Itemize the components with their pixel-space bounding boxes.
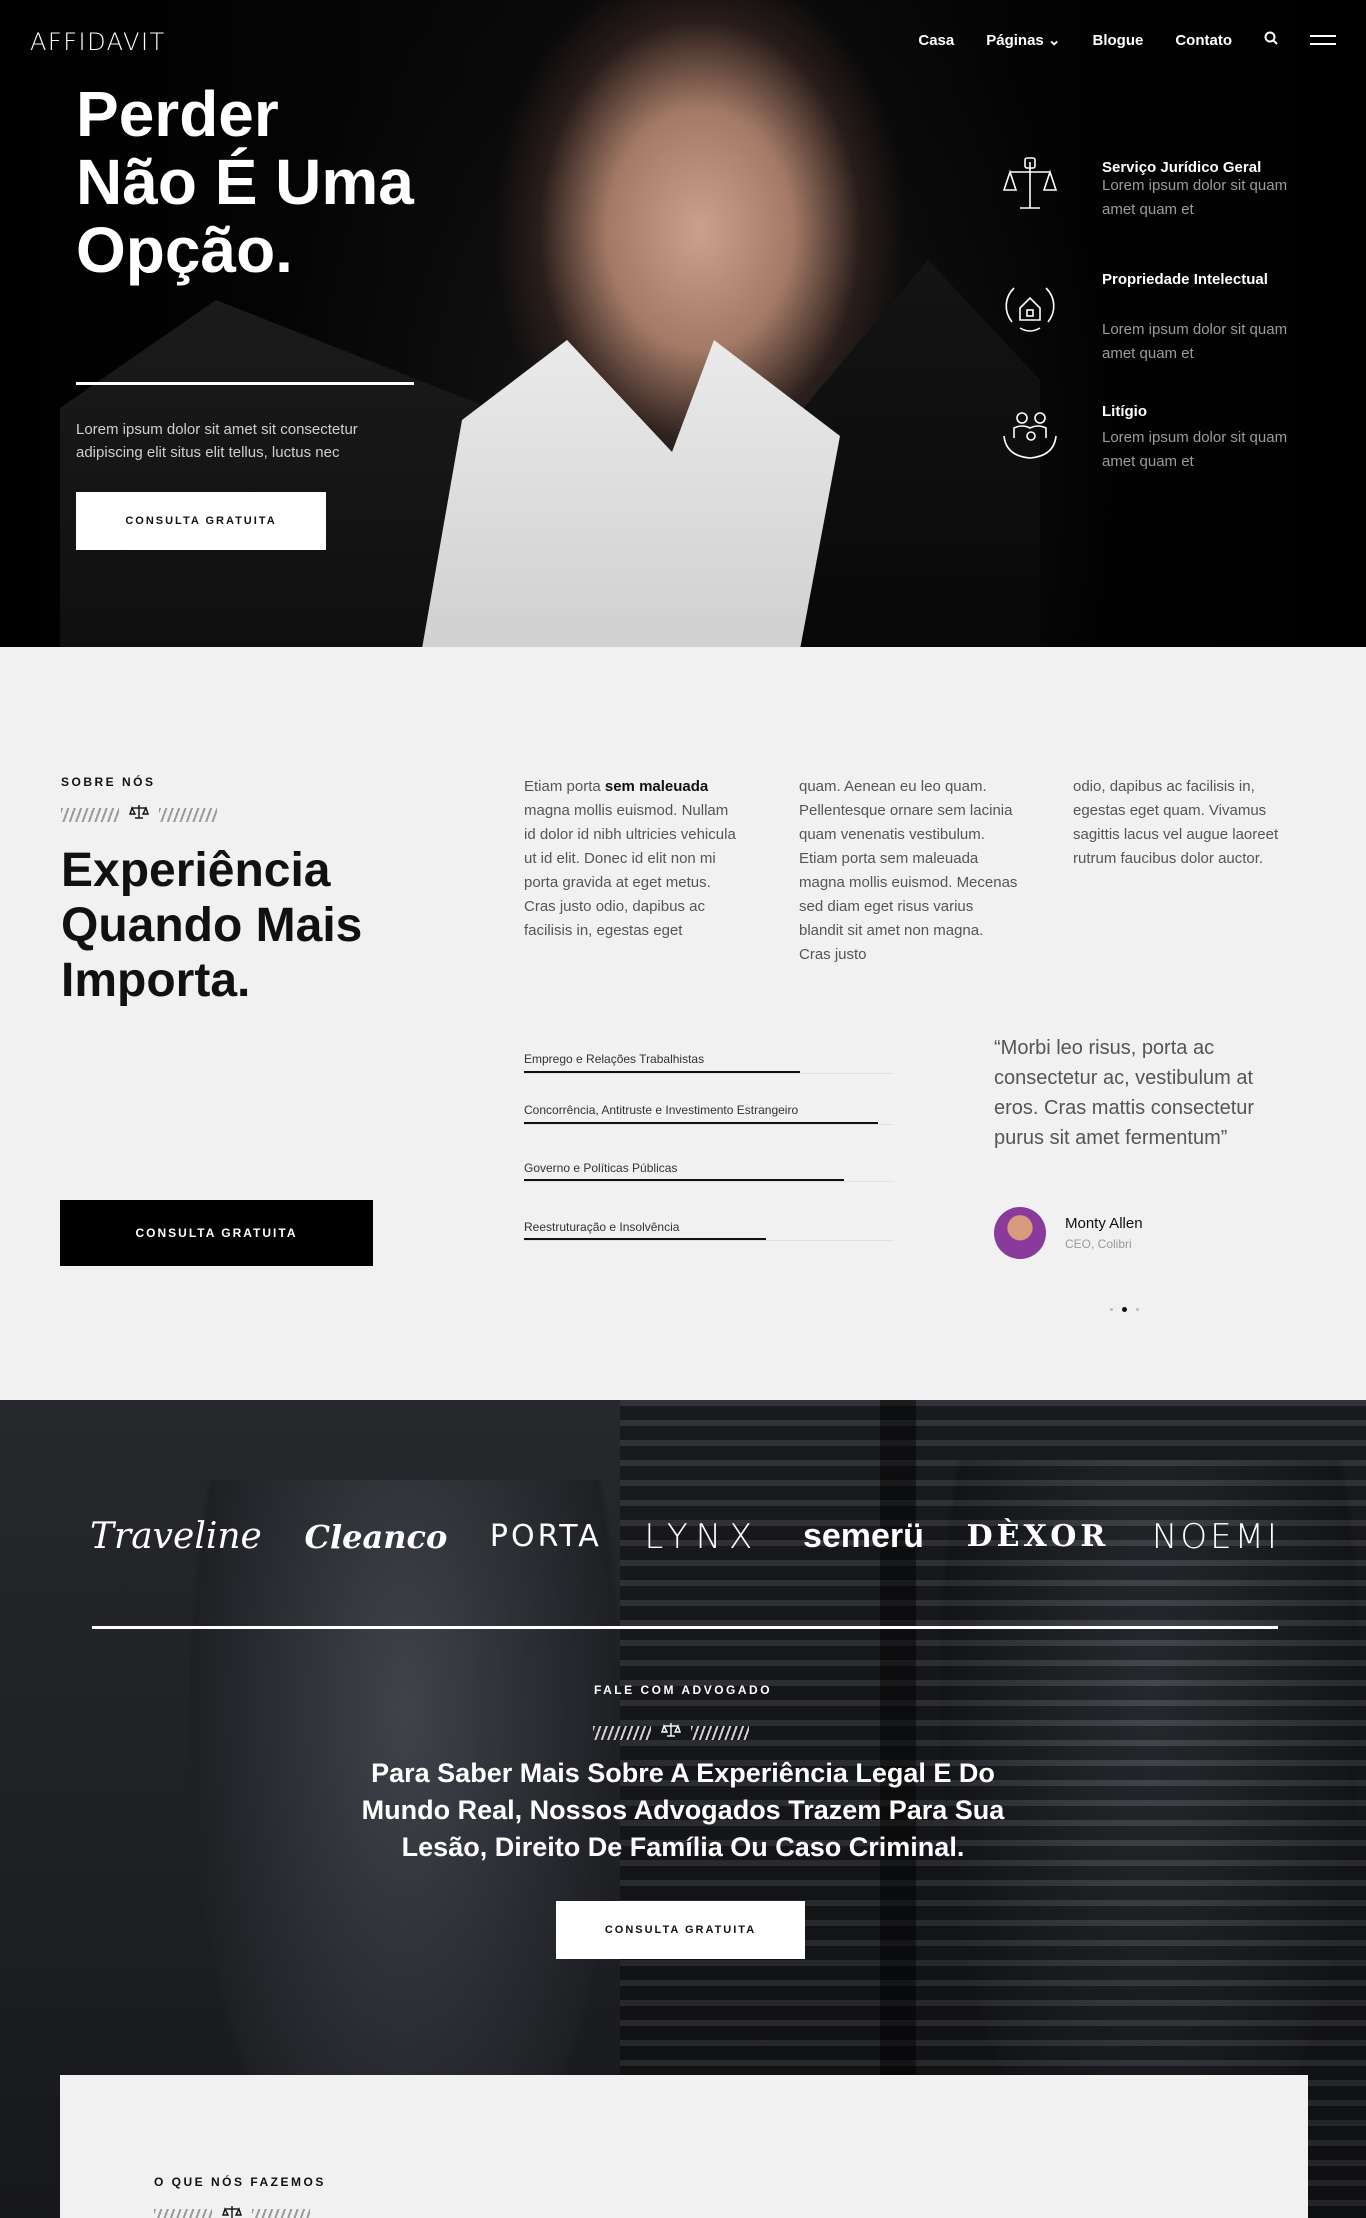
about-title: Experiência Quando Mais Importa. xyxy=(61,844,363,1007)
practice-link[interactable]: Governo e Políticas Públicas xyxy=(524,1161,677,1175)
brand-logo: Traveline xyxy=(90,1516,262,1557)
nav-item-contato[interactable]: Contato xyxy=(1175,32,1232,49)
service-item[interactable]: Propriedade Intelectual Lorem ipsum dolo… xyxy=(1000,268,1300,368)
brand-logo: NOEMI xyxy=(1151,1516,1280,1557)
service-desc: Lorem ipsum dolor sit quam amet quam et xyxy=(1102,177,1288,218)
menu-icon[interactable] xyxy=(1310,35,1336,45)
scales-icon xyxy=(129,804,149,825)
brand-logo: Cleanco xyxy=(304,1517,448,1556)
about-col-3: odio, dapibus ac facilisis in, egestas e… xyxy=(1073,778,1279,867)
site-logo[interactable]: AFFIDAVIT xyxy=(30,28,166,56)
brands-divider xyxy=(92,1626,1278,1629)
scales-fist-icon xyxy=(1000,156,1060,216)
hero-title: Perder Não É Uma Opção. xyxy=(76,78,414,286)
about-section: SOBRE NÓS Experiência Quando Mais Import… xyxy=(0,647,1366,1400)
contact-eyebrow: FALE COM ADVOGADO xyxy=(593,1683,773,1697)
brand-logo: DÈXOR xyxy=(966,1519,1110,1554)
services-card: O QUE NÓS FAZEMOS xyxy=(60,2075,1308,2218)
search-icon[interactable] xyxy=(1264,31,1278,49)
ornament-divider xyxy=(61,804,217,825)
about-consult-button[interactable]: CONSULTA GRATUITA xyxy=(60,1200,373,1266)
services-eyebrow: O QUE NÓS FAZEMOS xyxy=(154,2175,326,2189)
main-nav: Casa Páginas ⌄ Blogue Contato xyxy=(918,31,1336,49)
carousel-dot-active[interactable] xyxy=(1122,1307,1127,1312)
hero-text: Lorem ipsum dolor sit amet sit consectet… xyxy=(76,421,358,461)
carousel-dots xyxy=(1110,1307,1139,1312)
family-hands-icon xyxy=(1000,406,1060,466)
contact-title: Para Saber Mais Sobre A Experiência Lega… xyxy=(361,1758,1005,1862)
hero-divider xyxy=(76,382,414,385)
scales-icon xyxy=(661,1722,681,1743)
link-rule xyxy=(524,1124,894,1125)
about-col-2: quam. Aenean eu leo quam. Pellentesque o… xyxy=(799,778,1018,963)
contact-band: Traveline Cleanco PORTA LYNX semerü DÈXO… xyxy=(0,1400,1366,2218)
link-rule xyxy=(524,1240,894,1241)
practice-link[interactable]: Emprego e Relações Trabalhistas xyxy=(524,1052,704,1066)
service-item[interactable]: Litígio Lorem ipsum dolor sit quam amet … xyxy=(1000,400,1300,480)
ornament-divider xyxy=(154,2205,310,2218)
service-title: Litígio xyxy=(1102,403,1147,420)
brand-logos: Traveline Cleanco PORTA LYNX semerü DÈXO… xyxy=(90,1516,1280,1557)
service-desc: Lorem ipsum dolor sit quam amet quam et xyxy=(1102,321,1288,362)
brand-logo: semerü xyxy=(802,1517,924,1555)
ornament-divider xyxy=(593,1722,749,1743)
laurel-house-icon xyxy=(1000,278,1060,338)
carousel-dot[interactable] xyxy=(1136,1308,1139,1311)
service-desc: Lorem ipsum dolor sit quam amet quam et xyxy=(1102,429,1288,470)
brand-logo: PORTA xyxy=(489,1519,602,1554)
practice-link[interactable]: Reestruturação e Insolvência xyxy=(524,1220,679,1234)
testimonial-quote: “Morbi leo risus, porta ac consectetur a… xyxy=(994,1037,1255,1149)
service-item[interactable]: Serviço Jurídico Geral Lorem ipsum dolor… xyxy=(1000,156,1300,246)
carousel-dot[interactable] xyxy=(1110,1308,1113,1311)
nav-item-casa[interactable]: Casa xyxy=(918,32,954,49)
brand-logo: LYNX xyxy=(644,1516,761,1557)
avatar xyxy=(994,1207,1046,1259)
testimonial-name: Monty Allen xyxy=(1065,1215,1143,1232)
scales-icon xyxy=(222,2205,242,2218)
link-rule xyxy=(524,1181,894,1182)
link-rule xyxy=(524,1073,894,1074)
about-eyebrow: SOBRE NÓS xyxy=(61,775,156,789)
about-col-1: Etiam porta sem maleuada magna mollis eu… xyxy=(524,778,736,939)
hero-consult-button[interactable]: CONSULTA GRATUITA xyxy=(76,492,326,550)
testimonial-role: CEO, Colibri xyxy=(1065,1237,1132,1251)
contact-consult-button[interactable]: CONSULTA GRATUITA xyxy=(556,1901,805,1959)
nav-item-paginas[interactable]: Páginas ⌄ xyxy=(986,31,1060,49)
nav-item-blogue[interactable]: Blogue xyxy=(1093,32,1144,49)
service-title: Propriedade Intelectual xyxy=(1102,271,1268,288)
practice-link[interactable]: Concorrência, Antitruste e Investimento … xyxy=(524,1103,798,1117)
hero-section: AFFIDAVIT Casa Páginas ⌄ Blogue Contato … xyxy=(0,0,1366,647)
